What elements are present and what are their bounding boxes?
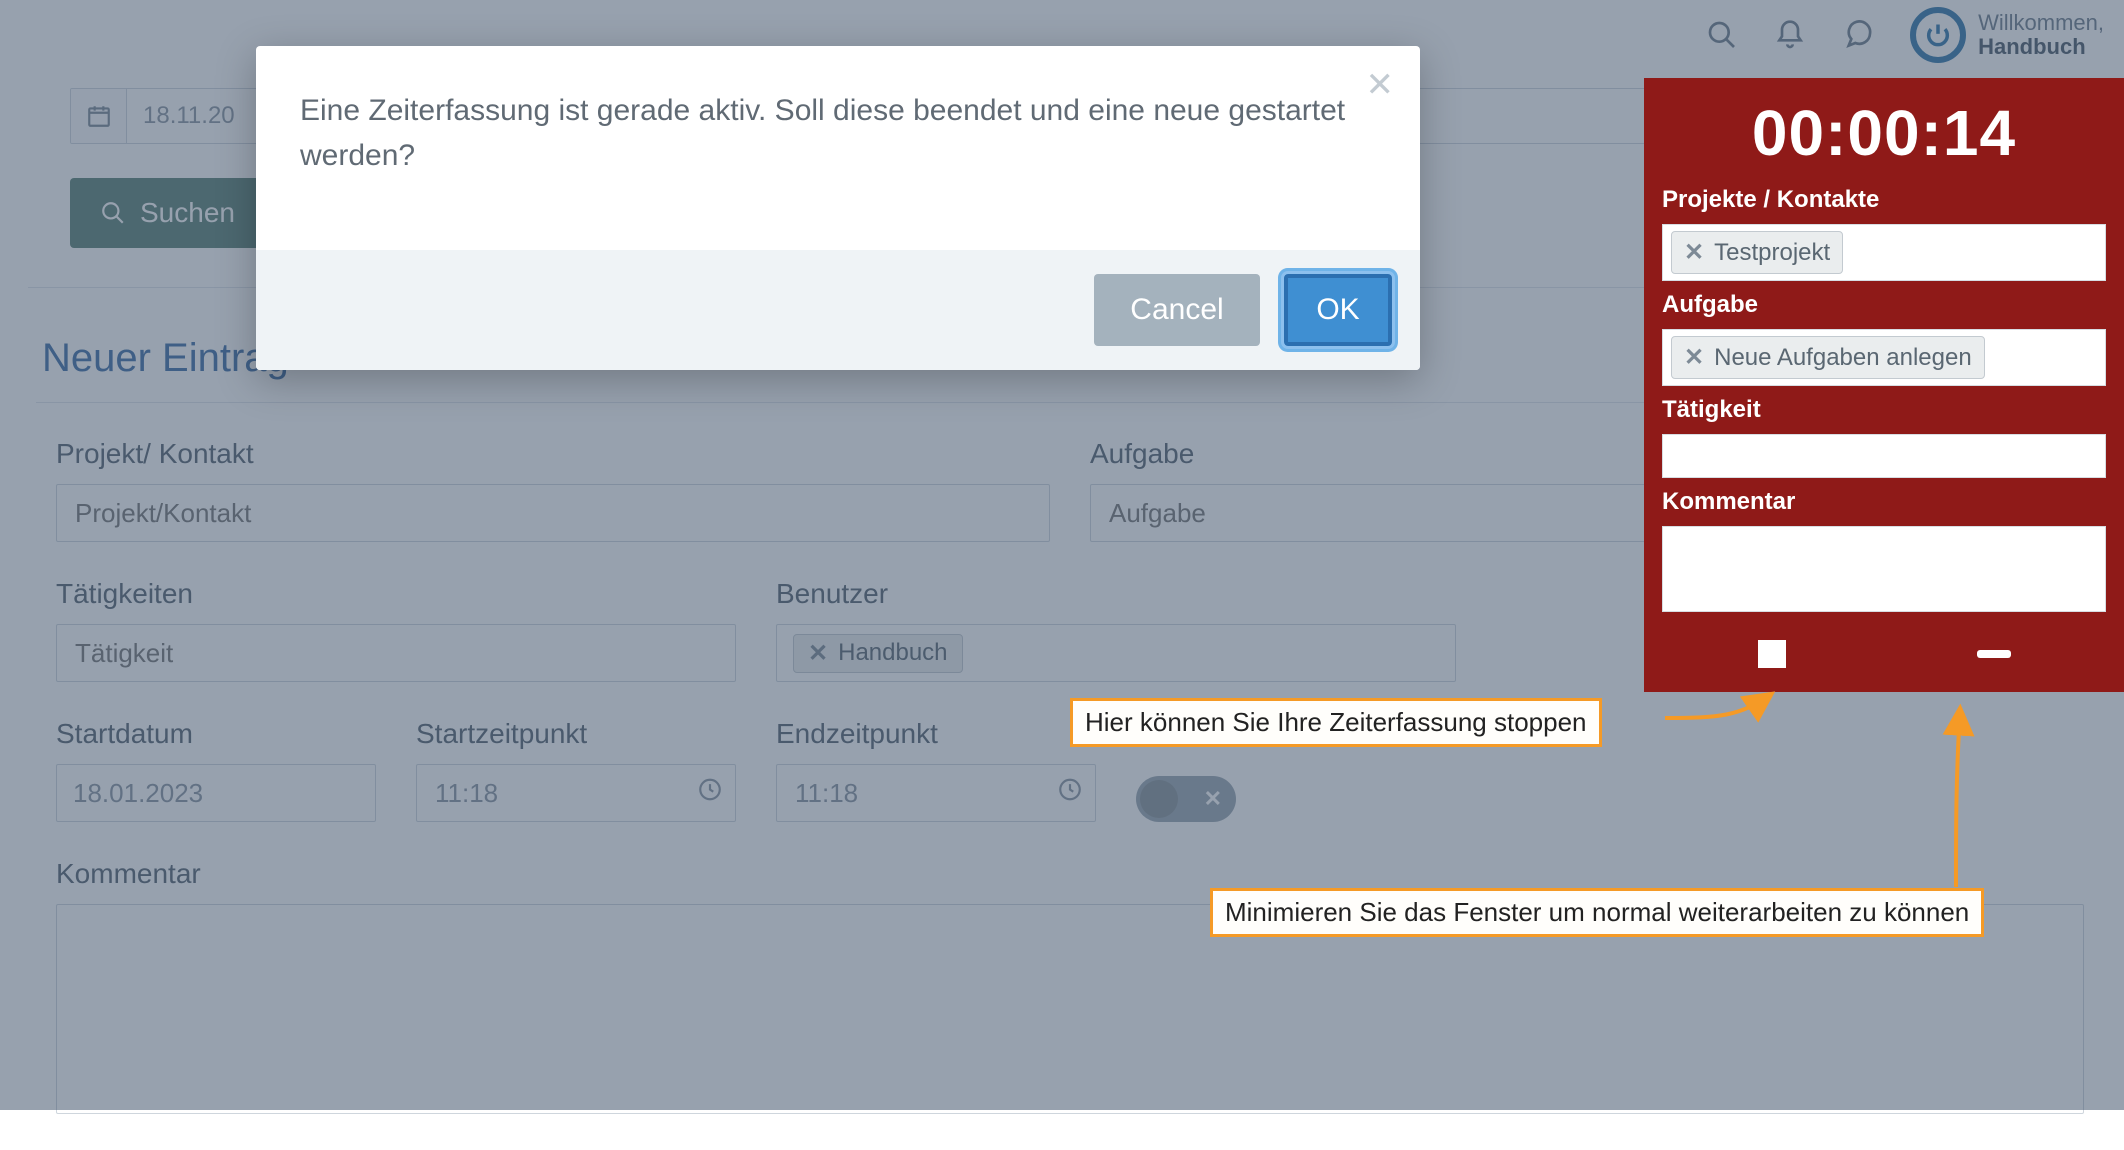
timer-panel: 00:00:14 Projekte / Kontakte ✕ Testproje… [1644, 78, 2124, 692]
timer-display: 00:00:14 [1662, 96, 2106, 170]
annotation-stop: Hier können Sie Ihre Zeiterfassung stopp… [1070, 698, 1602, 747]
annotation-minimize: Minimieren Sie das Fenster um normal wei… [1210, 888, 1984, 937]
timer-project-tag: ✕ Testprojekt [1671, 231, 1843, 274]
remove-tag-icon[interactable]: ✕ [1684, 343, 1704, 372]
timer-comment-textarea[interactable] [1662, 526, 2106, 612]
modal-message: Eine Zeiterfassung ist gerade aktiv. Sol… [256, 46, 1420, 250]
timer-comment-label: Kommentar [1662, 488, 2106, 516]
timer-activity-input[interactable] [1662, 434, 2106, 478]
timer-task-tag-label: Neue Aufgaben anlegen [1714, 344, 1972, 372]
timer-task-field[interactable]: ✕ Neue Aufgaben anlegen [1662, 329, 2106, 386]
timer-projects-label: Projekte / Kontakte [1662, 186, 2106, 214]
confirm-modal: ✕ Eine Zeiterfassung ist gerade aktiv. S… [256, 46, 1420, 370]
modal-footer: Cancel OK [256, 250, 1420, 370]
cancel-button[interactable]: Cancel [1094, 274, 1260, 346]
timer-project-tag-label: Testprojekt [1714, 239, 1830, 267]
ok-button[interactable]: OK [1284, 274, 1392, 346]
timer-task-tag: ✕ Neue Aufgaben anlegen [1671, 336, 1985, 379]
stop-button[interactable] [1758, 640, 1786, 668]
timer-project-field[interactable]: ✕ Testprojekt [1662, 224, 2106, 281]
close-icon[interactable]: ✕ [1366, 68, 1395, 102]
timer-actions [1662, 640, 2106, 674]
timer-activity-label: Tätigkeit [1662, 396, 2106, 424]
minimize-button[interactable] [1977, 650, 2011, 658]
remove-tag-icon[interactable]: ✕ [1684, 238, 1704, 267]
timer-task-label: Aufgabe [1662, 291, 2106, 319]
